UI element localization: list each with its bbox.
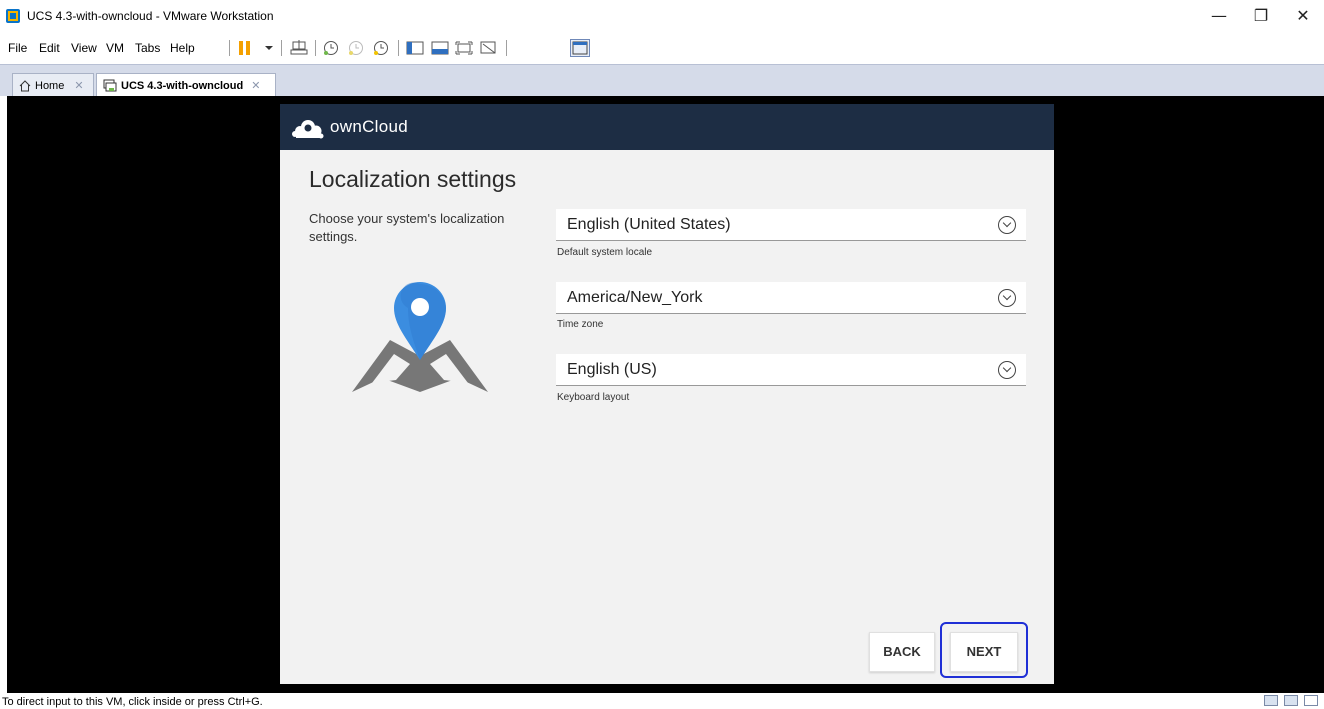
- chevron-down-icon[interactable]: [998, 289, 1016, 307]
- unity-view-icon[interactable]: [480, 40, 498, 56]
- network-icon[interactable]: [1264, 695, 1278, 706]
- tab-ucs-vm[interactable]: UCS 4.3-with-owncloud ✕: [96, 73, 276, 97]
- next-button-highlight: [940, 622, 1028, 678]
- status-text: To direct input to this VM, click inside…: [2, 696, 263, 708]
- keyboard-layout-caption: Keyboard layout: [557, 392, 630, 403]
- close-tab-home-icon[interactable]: ✕: [74, 79, 83, 92]
- menu-edit[interactable]: Edit: [39, 41, 60, 55]
- full-screen-icon[interactable]: [455, 40, 473, 56]
- window-title: UCS 4.3-with-owncloud - VMware Workstati…: [27, 9, 274, 23]
- back-button[interactable]: BACK: [869, 632, 935, 672]
- menu-tabs[interactable]: Tabs: [135, 41, 160, 55]
- owncloud-brand: ownCloud: [330, 117, 409, 136]
- menu-vm[interactable]: VM: [106, 41, 124, 55]
- timezone-caption: Time zone: [557, 319, 604, 330]
- send-ctrl-alt-del-icon[interactable]: [290, 40, 308, 56]
- locale-select-value: English (United States): [567, 216, 731, 233]
- map-pin-icon: [352, 282, 488, 392]
- locale-caption: Default system locale: [557, 247, 653, 258]
- chevron-down-icon[interactable]: [998, 361, 1016, 379]
- toolbar-separator: [398, 40, 399, 56]
- chevron-down-icon[interactable]: [998, 216, 1016, 234]
- message-icon[interactable]: [1304, 695, 1318, 706]
- vm-icon: [103, 79, 117, 92]
- window-titlebar: UCS 4.3-with-owncloud - VMware Workstati…: [0, 0, 1324, 32]
- toolbar-separator: [506, 40, 507, 56]
- pause-icon[interactable]: [238, 41, 252, 55]
- page-description: Choose your system's localization settin…: [309, 211, 505, 244]
- status-icons: [1264, 695, 1318, 706]
- tab-home-label: Home: [35, 79, 65, 92]
- restore-button[interactable]: ❐: [1246, 4, 1276, 28]
- owncloud-setup-panel: ownCloud Localization settings Choose yo…: [280, 104, 1054, 684]
- menu-file[interactable]: File: [8, 41, 27, 55]
- revert-snapshot-icon[interactable]: [347, 40, 365, 56]
- left-gutter: [0, 96, 7, 693]
- menu-bar: File Edit View VM Tabs Help: [0, 32, 1324, 64]
- display-icon[interactable]: [1284, 695, 1298, 706]
- owncloud-logo-icon: [292, 120, 324, 139]
- tab-home[interactable]: Home ✕: [12, 73, 94, 97]
- owncloud-header: ownCloud: [280, 104, 1054, 150]
- toolbar-separator: [315, 40, 316, 56]
- page-title: Localization settings: [309, 166, 517, 192]
- vmware-app-icon: [6, 9, 20, 23]
- tab-bar: Home ✕ UCS 4.3-with-owncloud ✕: [0, 64, 1324, 97]
- timezone-select-value: America/New_York: [567, 289, 703, 306]
- locale-select[interactable]: English (United States): [556, 209, 1026, 241]
- status-bar: To direct input to this VM, click inside…: [0, 693, 1324, 709]
- thumbnail-bar-icon[interactable]: [431, 40, 449, 56]
- menu-help[interactable]: Help: [170, 41, 195, 55]
- timezone-select[interactable]: America/New_York: [556, 282, 1026, 314]
- show-library-icon[interactable]: [406, 40, 424, 56]
- minimize-button[interactable]: —: [1204, 4, 1234, 28]
- snapshot-icon[interactable]: [322, 40, 340, 56]
- keyboard-layout-select[interactable]: English (US): [556, 354, 1026, 386]
- menu-view[interactable]: View: [71, 41, 97, 55]
- snapshot-manager-icon[interactable]: [372, 40, 390, 56]
- console-view-icon[interactable]: [570, 39, 590, 57]
- toolbar-separator: [229, 40, 230, 56]
- close-window-button[interactable]: ✕: [1288, 4, 1318, 28]
- close-tab-ucs-vm-icon[interactable]: ✕: [251, 79, 260, 92]
- keyboard-layout-select-value: English (US): [567, 361, 657, 378]
- dropdown-arrow-icon[interactable]: [264, 44, 274, 52]
- toolbar-separator: [281, 40, 282, 56]
- tab-ucs-vm-label: UCS 4.3-with-owncloud: [121, 79, 244, 92]
- home-icon: [19, 79, 31, 91]
